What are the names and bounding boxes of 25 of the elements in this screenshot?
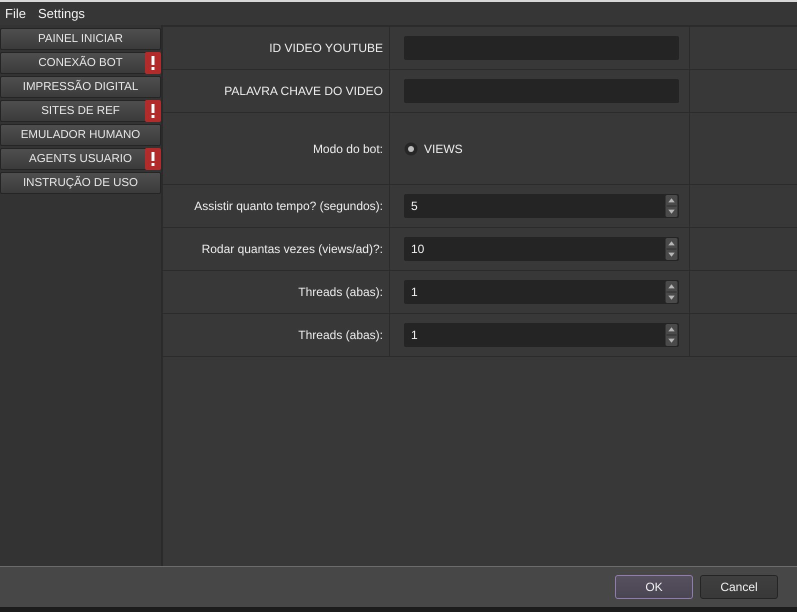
sidebar-button[interactable]: INSTRUÇÃO DE USO [0, 172, 161, 194]
spin-arrows-icon[interactable] [665, 195, 678, 217]
menu-item[interactable]: Settings [38, 6, 85, 21]
spin-arrows-icon[interactable] [665, 324, 678, 346]
spin-arrows-icon[interactable] [665, 281, 678, 303]
radio-option[interactable]: VIEWS [404, 142, 463, 156]
field-label: PALAVRA CHAVE DO VIDEO [224, 84, 383, 98]
radio-icon[interactable] [404, 142, 418, 156]
menu-item[interactable]: File [5, 6, 26, 21]
sidebar-button[interactable]: IMPRESSÃO DIGITAL [0, 76, 161, 98]
number-field[interactable]: 5 [404, 194, 679, 218]
dialog-button[interactable]: OK [615, 575, 693, 599]
dialog-button[interactable]: Cancel [700, 575, 778, 599]
field-label: Threads (abas): [298, 285, 383, 299]
field-label: Threads (abas): [298, 328, 383, 342]
number-field[interactable]: 10 [404, 237, 679, 261]
field-label: ID VIDEO YOUTUBE [269, 41, 383, 55]
field-label: Rodar quantas vezes (views/ad)?: [202, 242, 383, 256]
field-label: Assistir quanto tempo? (segundos): [194, 199, 383, 213]
number-field[interactable]: 1 [404, 280, 679, 304]
sidebar-button[interactable]: EMULADOR HUMANO [0, 124, 161, 146]
spin-arrows-icon[interactable] [665, 238, 678, 260]
sidebar-button[interactable]: PAINEL INICIAR [0, 28, 161, 50]
field-label: Modo do bot: [312, 142, 383, 156]
number-field[interactable]: 1 [404, 323, 679, 347]
